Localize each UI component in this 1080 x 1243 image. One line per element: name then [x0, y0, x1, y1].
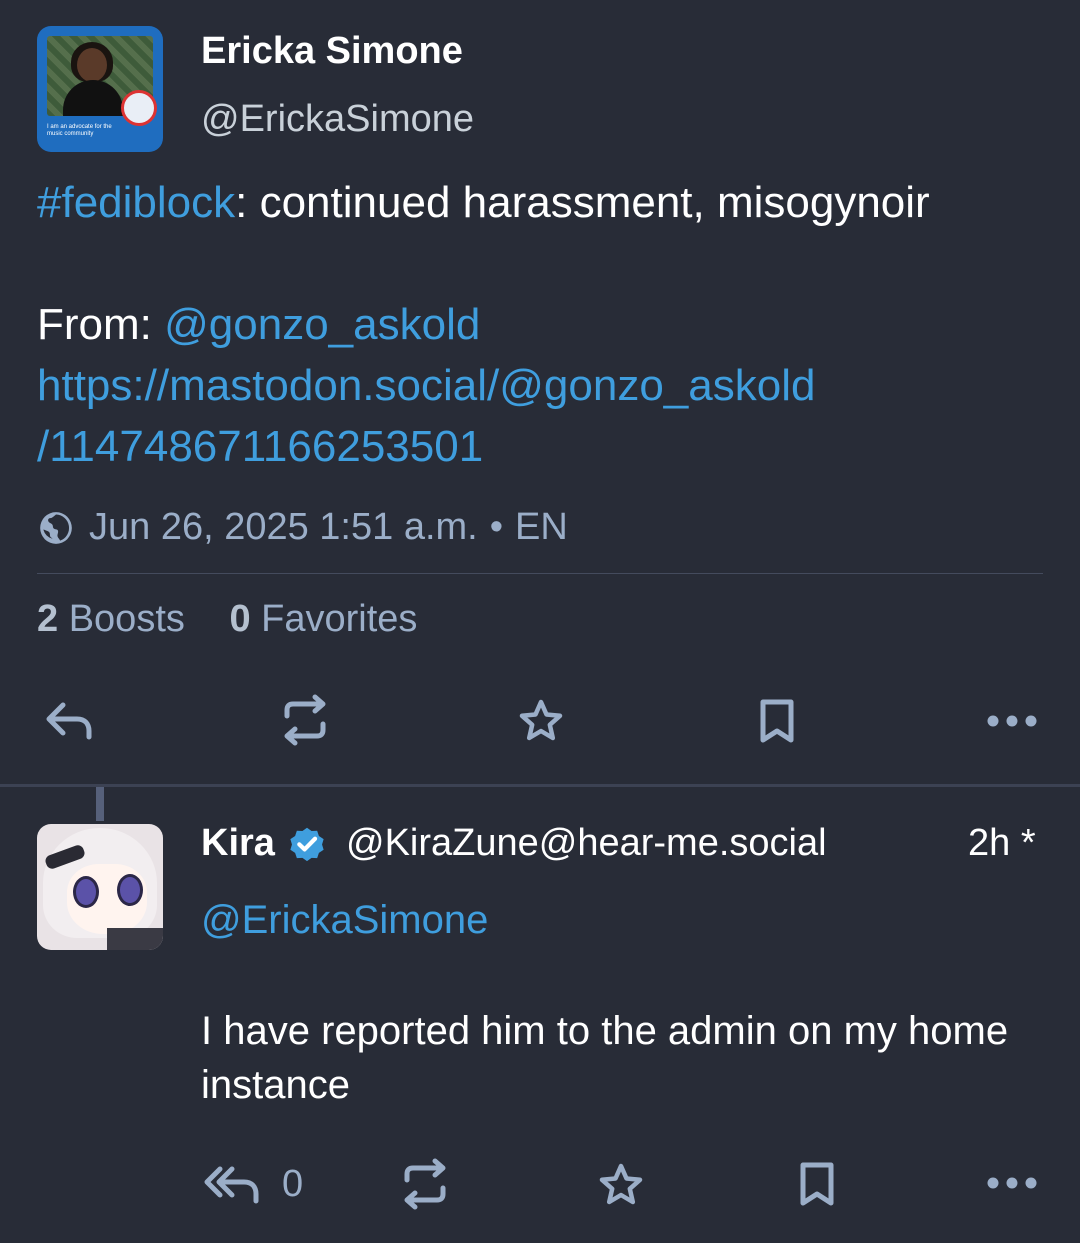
- author-acct[interactable]: @ErickaSimone: [201, 98, 474, 141]
- reply-to-reply-button[interactable]: [204, 1158, 262, 1212]
- reply-icon: [46, 702, 92, 740]
- status-meta: Jun 26, 2025 1:51 a.m. • EN: [37, 506, 568, 549]
- verified-icon: [290, 827, 324, 862]
- star-icon: [599, 1163, 643, 1205]
- favorites-label: Favorites: [261, 598, 418, 640]
- avatar-caption: I am an advocate for the music community: [47, 124, 112, 137]
- reply-favorite-button[interactable]: [592, 1158, 650, 1212]
- status-counts: 2 Boosts 0 Favorites: [37, 598, 417, 641]
- reply-count: 0: [282, 1163, 304, 1205]
- thread-connector-line: [96, 787, 104, 821]
- reply-boost-button[interactable]: [396, 1156, 454, 1212]
- status-url-link[interactable]: https://mastodon.social/@gonzo_askold/11…: [37, 355, 1047, 477]
- timestamp[interactable]: Jun 26, 2025 1:51 a.m.: [89, 506, 478, 549]
- more-button[interactable]: [982, 700, 1042, 742]
- globe-icon: [40, 511, 72, 544]
- reply-timestamp[interactable]: 2h *: [968, 822, 1036, 865]
- from-label: From:: [37, 300, 165, 349]
- avatar-face: [77, 48, 107, 82]
- boosts-count[interactable]: 2 Boosts: [37, 598, 185, 640]
- boost-icon: [404, 1158, 446, 1210]
- content-from-line: From: @gonzo_askold: [37, 294, 1047, 355]
- boosts-value: 2: [37, 598, 59, 640]
- url-line-2[interactable]: /114748671166253501: [37, 422, 483, 471]
- reply-author-acct[interactable]: @KiraZune@hear-me.social: [346, 822, 827, 865]
- hashtag-link[interactable]: #fediblock: [37, 178, 235, 227]
- url-line-1[interactable]: https://mastodon.social/@gonzo_askold: [37, 361, 815, 410]
- language: EN: [515, 506, 568, 548]
- more-icon: [987, 1177, 1037, 1189]
- avatar-collar: [107, 928, 163, 950]
- boost-icon: [284, 694, 326, 746]
- avatar-eye-left: [73, 876, 99, 908]
- reply-mention-link[interactable]: @ErickaSimone: [201, 898, 488, 943]
- reply-more-button[interactable]: [982, 1162, 1042, 1204]
- favorites-count[interactable]: 0 Favorites: [229, 598, 417, 640]
- author-avatar[interactable]: I am an advocate for the music community: [37, 26, 163, 152]
- reply-content: I have reported him to the admin on my h…: [201, 1009, 1009, 1107]
- reply-author-display-name[interactable]: Kira: [201, 822, 275, 865]
- boost-button[interactable]: [276, 692, 334, 748]
- bookmark-button[interactable]: [748, 694, 806, 748]
- status-content: #fediblock: continued harassment, misogy…: [37, 172, 1047, 477]
- content-line-1: #fediblock: continued harassment, misogy…: [37, 172, 1047, 233]
- more-icon: [987, 715, 1037, 727]
- favorite-button[interactable]: [512, 694, 570, 748]
- content-text: : continued harassment, misogynoir: [235, 178, 930, 227]
- avatar-badge: [121, 90, 157, 126]
- reply-bookmark-button[interactable]: [788, 1156, 846, 1212]
- mention-link[interactable]: @gonzo_askold: [164, 300, 480, 349]
- star-icon: [519, 699, 563, 741]
- reply-button[interactable]: [40, 694, 98, 748]
- reply-all-icon: [204, 1166, 259, 1204]
- thread-divider: [0, 784, 1080, 787]
- author-display-name[interactable]: Ericka Simone: [201, 30, 463, 73]
- bookmark-icon: [760, 699, 794, 743]
- favorites-value: 0: [229, 598, 251, 640]
- bookmark-icon: [800, 1162, 834, 1206]
- main-status: I am an advocate for the music community…: [0, 0, 1080, 786]
- meta-divider: [37, 573, 1043, 574]
- avatar-eye-right: [117, 874, 143, 906]
- reply-author-avatar[interactable]: [37, 824, 163, 950]
- boosts-label: Boosts: [68, 598, 185, 640]
- meta-separator: •: [489, 506, 504, 548]
